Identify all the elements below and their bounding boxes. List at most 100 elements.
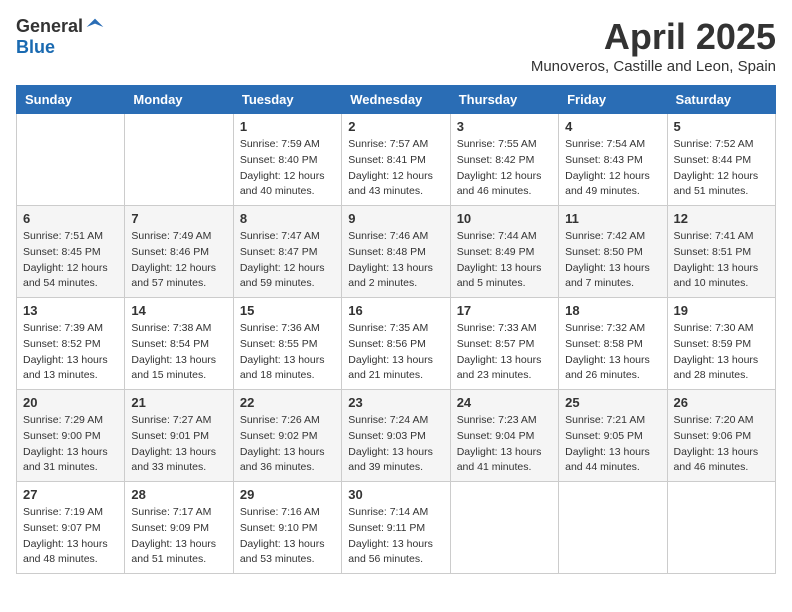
day-number: 24 <box>457 395 552 410</box>
calendar-cell: 13Sunrise: 7:39 AMSunset: 8:52 PMDayligh… <box>17 298 125 390</box>
calendar-cell <box>450 482 558 574</box>
calendar-cell: 19 Sunrise: 7:30 AMSunset: 8:59 PMDayligh… <box>667 298 775 390</box>
day-number: 22 <box>240 395 335 410</box>
calendar-week-row: 6 Sunrise: 7:51 AMSunset: 8:45 PMDaylight… <box>17 206 776 298</box>
day-info: Sunrise: 7:26 AMSunset: 9:02 PMDaylight:… <box>240 413 335 476</box>
day-number: 11 <box>565 211 660 226</box>
calendar-cell: 28Sunrise: 7:17 AMSunset: 9:09 PMDayligh… <box>125 482 233 574</box>
calendar-cell: 11 Sunrise: 7:42 AMSunset: 8:50 PMDayligh… <box>559 206 667 298</box>
day-info: Sunrise: 7:42 AMSunset: 8:50 PMDaylight:… <box>565 229 660 292</box>
calendar-cell: 7 Sunrise: 7:49 AMSunset: 8:46 PMDaylight… <box>125 206 233 298</box>
calendar-cell <box>667 482 775 574</box>
day-number: 19 <box>674 303 769 318</box>
day-number: 20 <box>23 395 118 410</box>
day-info: Sunrise: 7:23 AMSunset: 9:04 PMDaylight:… <box>457 413 552 476</box>
day-info: Sunrise: 7:24 AMSunset: 9:03 PMDaylight:… <box>348 413 443 476</box>
day-info: Sunrise: 7:33 AMSunset: 8:57 PMDaylight:… <box>457 321 552 384</box>
day-info: Sunrise: 7:14 AMSunset: 9:11 PMDaylight:… <box>348 505 443 568</box>
calendar-cell: 15 Sunrise: 7:36 AMSunset: 8:55 PMDayligh… <box>233 298 341 390</box>
calendar-cell: 10 Sunrise: 7:44 AMSunset: 8:49 PMDayligh… <box>450 206 558 298</box>
calendar-cell: 8 Sunrise: 7:47 AMSunset: 8:47 PMDaylight… <box>233 206 341 298</box>
day-info: Sunrise: 7:19 AMSunset: 9:07 PMDaylight:… <box>23 505 118 568</box>
calendar-cell <box>125 114 233 206</box>
weekday-header: Friday <box>559 86 667 114</box>
calendar-week-row: 13Sunrise: 7:39 AMSunset: 8:52 PMDayligh… <box>17 298 776 390</box>
calendar-cell: 26 Sunrise: 7:20 AMSunset: 9:06 PMDayligh… <box>667 390 775 482</box>
day-number: 30 <box>348 487 443 502</box>
day-info: Sunrise: 7:30 AMSunset: 8:59 PMDaylight:… <box>674 321 769 384</box>
day-info: Sunrise: 7:46 AMSunset: 8:48 PMDaylight:… <box>348 229 443 292</box>
day-number: 23 <box>348 395 443 410</box>
header-row: SundayMondayTuesdayWednesdayThursdayFrid… <box>17 86 776 114</box>
calendar-cell: 20 Sunrise: 7:29 AMSunset: 9:00 PMDayligh… <box>17 390 125 482</box>
day-number: 27 <box>23 487 118 502</box>
day-info: Sunrise: 7:39 AMSunset: 8:52 PMDaylight:… <box>23 321 118 384</box>
day-info: Sunrise: 7:49 AMSunset: 8:46 PMDaylight:… <box>131 229 226 292</box>
calendar-cell: 22 Sunrise: 7:26 AMSunset: 9:02 PMDayligh… <box>233 390 341 482</box>
calendar-week-row: 27 Sunrise: 7:19 AMSunset: 9:07 PMDayligh… <box>17 482 776 574</box>
day-info: Sunrise: 7:47 AMSunset: 8:47 PMDaylight:… <box>240 229 335 292</box>
calendar-cell: 16Sunrise: 7:35 AMSunset: 8:56 PMDayligh… <box>342 298 450 390</box>
day-info: Sunrise: 7:44 AMSunset: 8:49 PMDaylight:… <box>457 229 552 292</box>
day-info: Sunrise: 7:41 AMSunset: 8:51 PMDaylight:… <box>674 229 769 292</box>
day-number: 2 <box>348 119 443 134</box>
weekday-header: Wednesday <box>342 86 450 114</box>
calendar-cell: 18Sunrise: 7:32 AMSunset: 8:58 PMDayligh… <box>559 298 667 390</box>
logo-blue-text: Blue <box>16 37 55 58</box>
day-number: 4 <box>565 119 660 134</box>
calendar-cell: 4Sunrise: 7:54 AMSunset: 8:43 PMDaylight… <box>559 114 667 206</box>
day-number: 7 <box>131 211 226 226</box>
weekday-header: Monday <box>125 86 233 114</box>
day-info: Sunrise: 7:29 AMSunset: 9:00 PMDaylight:… <box>23 413 118 476</box>
day-info: Sunrise: 7:52 AMSunset: 8:44 PMDaylight:… <box>674 137 769 200</box>
day-number: 8 <box>240 211 335 226</box>
calendar-table: SundayMondayTuesdayWednesdayThursdayFrid… <box>16 85 776 574</box>
calendar-cell: 23 Sunrise: 7:24 AMSunset: 9:03 PMDayligh… <box>342 390 450 482</box>
calendar-cell: 6 Sunrise: 7:51 AMSunset: 8:45 PMDaylight… <box>17 206 125 298</box>
day-number: 5 <box>674 119 769 134</box>
day-info: Sunrise: 7:17 AMSunset: 9:09 PMDaylight:… <box>131 505 226 568</box>
calendar-cell: 3Sunrise: 7:55 AMSunset: 8:42 PMDaylight… <box>450 114 558 206</box>
calendar-cell: 17 Sunrise: 7:33 AMSunset: 8:57 PMDayligh… <box>450 298 558 390</box>
day-number: 14 <box>131 303 226 318</box>
day-info: Sunrise: 7:38 AMSunset: 8:54 PMDaylight:… <box>131 321 226 384</box>
day-number: 21 <box>131 395 226 410</box>
weekday-header: Thursday <box>450 86 558 114</box>
calendar-cell <box>559 482 667 574</box>
calendar-cell: 29Sunrise: 7:16 AMSunset: 9:10 PMDayligh… <box>233 482 341 574</box>
day-info: Sunrise: 7:32 AMSunset: 8:58 PMDaylight:… <box>565 321 660 384</box>
day-info: Sunrise: 7:35 AMSunset: 8:56 PMDaylight:… <box>348 321 443 384</box>
calendar-header: SundayMondayTuesdayWednesdayThursdayFrid… <box>17 86 776 114</box>
header: General Blue April 2025 Munoveros, Casti… <box>16 16 776 75</box>
day-number: 12 <box>674 211 769 226</box>
weekday-header: Saturday <box>667 86 775 114</box>
calendar-cell: 14 Sunrise: 7:38 AMSunset: 8:54 PMDayligh… <box>125 298 233 390</box>
day-number: 15 <box>240 303 335 318</box>
logo: General Blue <box>16 16 105 58</box>
day-number: 29 <box>240 487 335 502</box>
weekday-header: Sunday <box>17 86 125 114</box>
title-area: April 2025 Munoveros, Castille and Leon,… <box>531 16 776 75</box>
calendar-week-row: 1 Sunrise: 7:59 AMSunset: 8:40 PMDaylight… <box>17 114 776 206</box>
day-info: Sunrise: 7:59 AMSunset: 8:40 PMDaylight:… <box>240 137 335 200</box>
day-number: 6 <box>23 211 118 226</box>
day-info: Sunrise: 7:51 AMSunset: 8:45 PMDaylight:… <box>23 229 118 292</box>
day-info: Sunrise: 7:27 AMSunset: 9:01 PMDaylight:… <box>131 413 226 476</box>
calendar-cell <box>17 114 125 206</box>
day-info: Sunrise: 7:20 AMSunset: 9:06 PMDaylight:… <box>674 413 769 476</box>
day-number: 1 <box>240 119 335 134</box>
calendar-cell: 5 Sunrise: 7:52 AMSunset: 8:44 PMDaylight… <box>667 114 775 206</box>
calendar-cell: 9 Sunrise: 7:46 AMSunset: 8:48 PMDaylight… <box>342 206 450 298</box>
logo-icon <box>85 17 105 37</box>
day-info: Sunrise: 7:57 AMSunset: 8:41 PMDaylight:… <box>348 137 443 200</box>
day-number: 26 <box>674 395 769 410</box>
day-number: 9 <box>348 211 443 226</box>
location-title: Munoveros, Castille and Leon, Spain <box>531 58 776 75</box>
day-number: 17 <box>457 303 552 318</box>
calendar-body: 1 Sunrise: 7:59 AMSunset: 8:40 PMDaylight… <box>17 114 776 574</box>
calendar-cell: 12 Sunrise: 7:41 AMSunset: 8:51 PMDayligh… <box>667 206 775 298</box>
calendar-cell: 21 Sunrise: 7:27 AMSunset: 9:01 PMDayligh… <box>125 390 233 482</box>
day-info: Sunrise: 7:36 AMSunset: 8:55 PMDaylight:… <box>240 321 335 384</box>
day-info: Sunrise: 7:21 AMSunset: 9:05 PMDaylight:… <box>565 413 660 476</box>
day-number: 10 <box>457 211 552 226</box>
